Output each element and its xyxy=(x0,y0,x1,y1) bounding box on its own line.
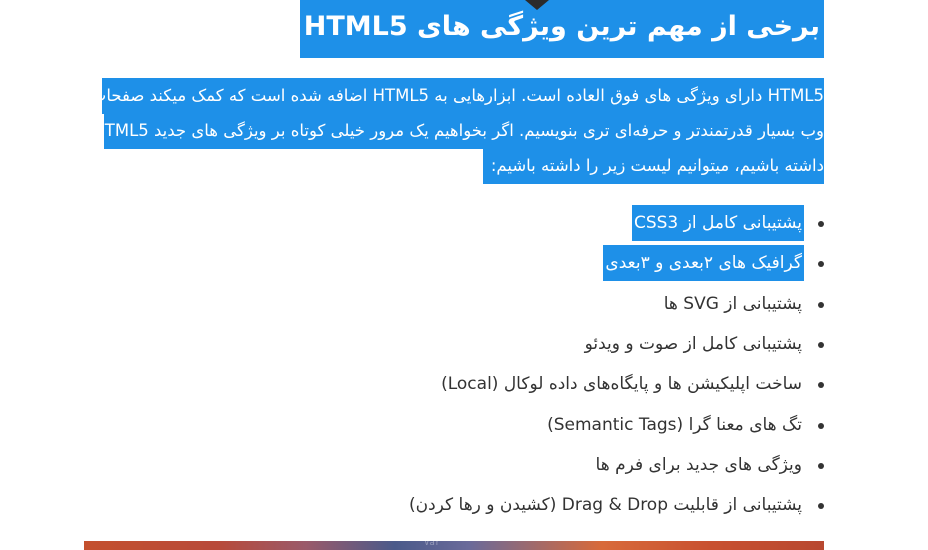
bullet-icon xyxy=(818,382,824,389)
list-item: تگ های معنا گرا (Semantic Tags) xyxy=(84,404,824,444)
feature-text: ویژگی های جدید برای فرم ها xyxy=(595,454,802,475)
bullet-icon xyxy=(818,462,824,469)
intro-line-2: وب بسیار قدرتمندتر و حرفه‌ای تری بنویسیم… xyxy=(92,113,824,149)
bullet-icon xyxy=(818,301,824,308)
article-image: Var xyxy=(84,538,824,550)
list-item: ساخت اپلیکیشن ها و پایگاه‌های داده لوکال… xyxy=(84,364,824,404)
intro-line-1: HTML5 دارای ویژگی های فوق العاده است. اب… xyxy=(91,78,824,114)
bullet-icon xyxy=(818,422,824,429)
feature-text: ساخت اپلیکیشن ها و پایگاه‌های داده لوکال… xyxy=(441,374,802,395)
article-image-text: Var xyxy=(424,538,441,548)
feature-text: پشتیبانی از SVG ها xyxy=(663,293,802,314)
bullet-icon xyxy=(818,221,824,228)
intro-line-3: داشته باشیم، میتوانیم لیست زیر را داشته … xyxy=(483,148,824,184)
list-item: پشتیبانی از قابلیت Drag & Drop (کشیدن و … xyxy=(84,485,824,525)
list-item: پشتیبانی از SVG ها xyxy=(84,284,824,324)
feature-text: پشتیبانی کامل از CSS3 xyxy=(631,205,804,242)
bullet-icon xyxy=(818,261,824,268)
bullet-icon xyxy=(818,342,824,349)
article-content: برخی از مهم ترین ویژگی های HTML5 HTML5 د… xyxy=(84,0,824,550)
article-title: برخی از مهم ترین ویژگی های HTML5 xyxy=(299,0,824,58)
list-item: پشتیبانی کامل از صوت و ویدئو xyxy=(84,324,824,364)
feature-text: پشتیبانی کامل از صوت و ویدئو xyxy=(584,334,802,355)
bullet-icon xyxy=(818,503,824,510)
tooltip-arrow xyxy=(525,0,549,10)
feature-text: گرافیک های ۲بعدی و ۳بعدی xyxy=(603,245,804,282)
feature-text: پشتیبانی از قابلیت Drag & Drop (کشیدن و … xyxy=(408,495,802,516)
list-item: گرافیک های ۲بعدی و ۳بعدی xyxy=(84,243,824,283)
feature-text: تگ های معنا گرا (Semantic Tags) xyxy=(547,414,802,435)
list-item: ویژگی های جدید برای فرم ها xyxy=(84,445,824,485)
list-item: پشتیبانی کامل از CSS3 xyxy=(84,203,824,243)
feature-list: پشتیبانی کامل از CSS3 گرافیک های ۲بعدی و… xyxy=(84,203,824,525)
